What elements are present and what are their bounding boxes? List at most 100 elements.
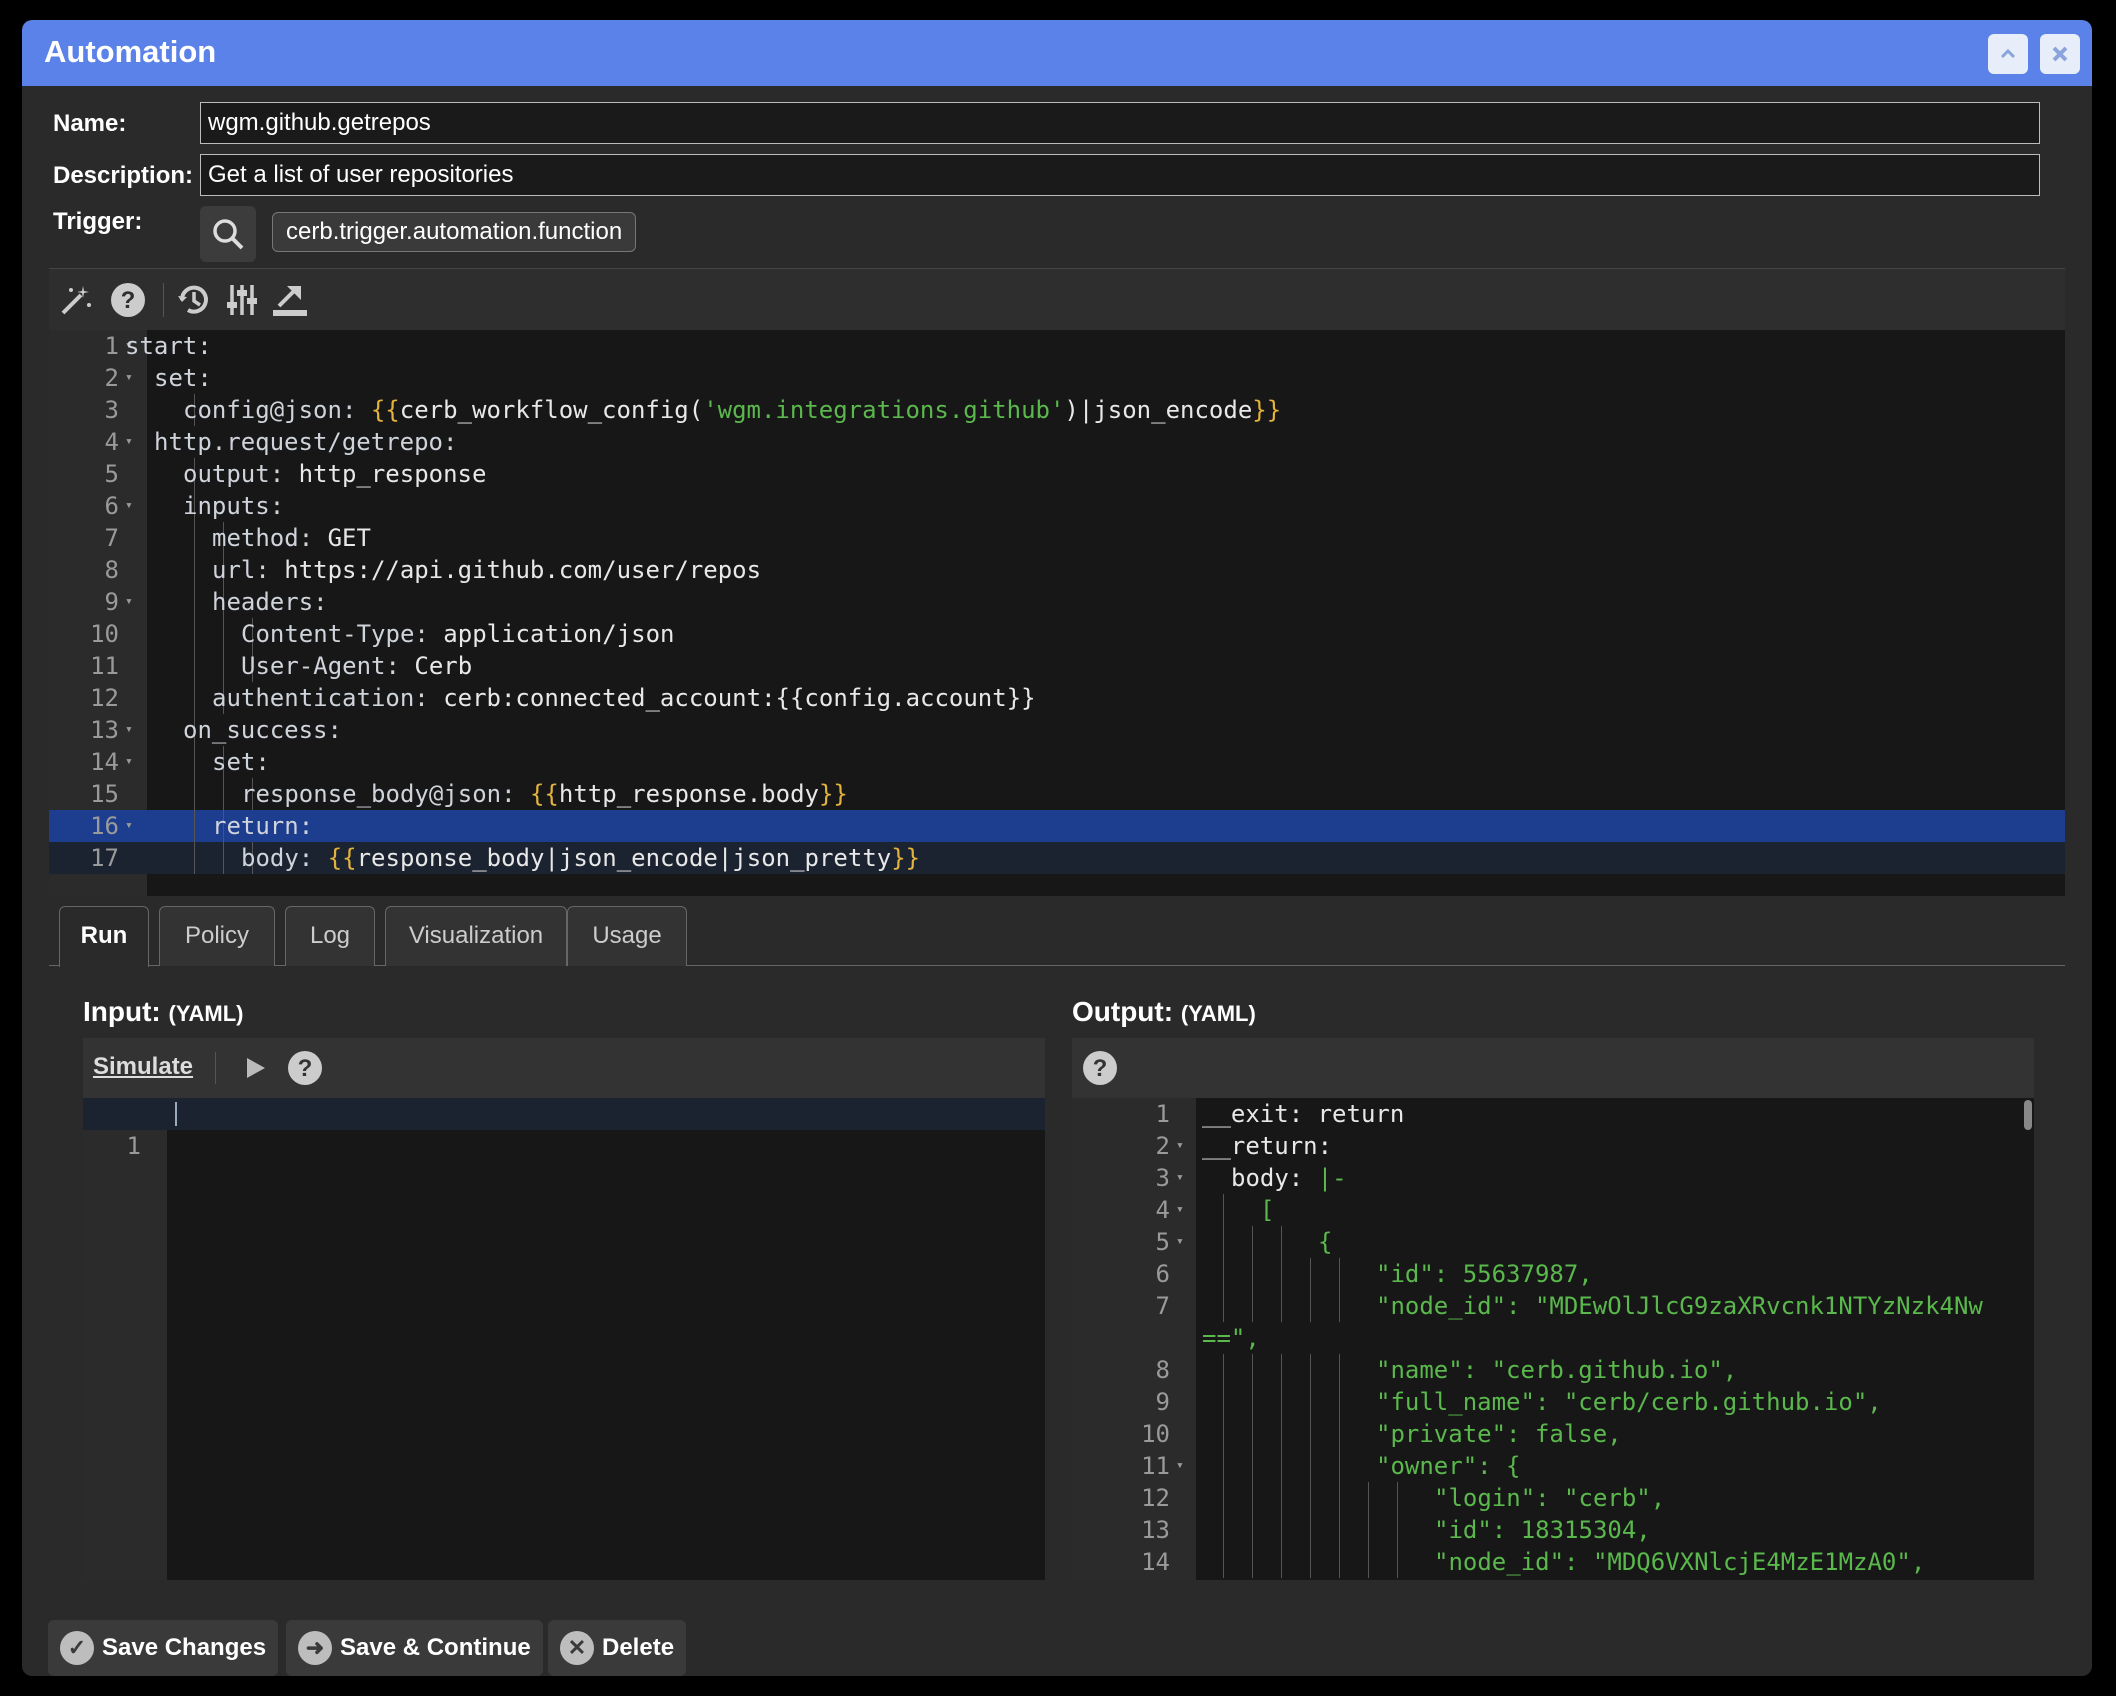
line-number: 6 — [104, 492, 119, 520]
delete-button[interactable]: ✕ Delete — [548, 1620, 687, 1676]
code-line: 14 ▾ set: — [49, 746, 2065, 778]
code-text: return: — [212, 812, 314, 840]
output-line: 4 ▾ [ — [1072, 1194, 2034, 1226]
output-line-number: 9 — [1155, 1388, 1170, 1416]
fold-toggle-icon[interactable]: ▾ — [125, 490, 133, 522]
code-line: 3 config@json: {{cerb_workflow_config('wg… — [49, 394, 2065, 426]
input-pane-title: Input: (YAML) — [83, 996, 244, 1028]
title-bar: Automation — [22, 20, 2092, 86]
output-line: 8 "name": "cerb.github.io", — [1072, 1354, 2034, 1386]
code-line: 17 body: {{response_body|json_encode|json… — [49, 842, 2065, 874]
tab-bar: Run Policy Log Visualization Usage — [49, 906, 2065, 967]
output-line: 13 "id": 18315304, — [1072, 1514, 2034, 1546]
save-changes-label: Save Changes — [102, 1634, 267, 1661]
output-text: "id": 55637987, — [1376, 1260, 1593, 1288]
line-number: 14 — [90, 748, 119, 776]
line-number: 16 — [90, 812, 119, 840]
output-line: 5 ▾ { — [1072, 1226, 2034, 1258]
output-line-number: 2 — [1155, 1132, 1170, 1160]
name-field[interactable]: wgm.github.getrepos — [200, 102, 2040, 144]
output-line: 10 "private": false, — [1072, 1418, 2034, 1450]
code-text: config@json: {{cerb_workflow_config('wgm… — [183, 396, 1282, 424]
output-text: __return: — [1202, 1132, 1333, 1160]
fold-toggle-icon[interactable]: ▾ — [125, 810, 133, 842]
save-continue-button[interactable]: ➜ Save & Continue — [286, 1620, 543, 1676]
output-line-number: 6 — [1155, 1260, 1170, 1288]
output-line-number: 8 — [1155, 1356, 1170, 1384]
fold-toggle-icon[interactable]: ▾ — [1176, 1162, 1184, 1194]
code-text: method: GET — [212, 524, 371, 552]
run-button[interactable] — [239, 1052, 271, 1084]
editor-toolbar: ? — [49, 268, 2065, 330]
close-button[interactable] — [2040, 34, 2080, 74]
save-continue-label: Save & Continue — [340, 1634, 531, 1661]
code-line: 13 ▾ on_success: — [49, 714, 2065, 746]
input-line: 1 — [83, 1098, 1045, 1160]
export-button[interactable] — [269, 279, 311, 321]
output-text: "full_name": "cerb/cerb.github.io", — [1376, 1388, 1882, 1416]
output-line: 1 __exit: return — [1072, 1098, 2034, 1130]
code-line: 15 response_body@json: {{http_response.bo… — [49, 778, 2065, 810]
output-editor[interactable]: 1 __exit: return 2 ▾ __return: 3 ▾ body: |- 4 ▾[5… — [1072, 1098, 2034, 1580]
fold-toggle-icon[interactable]: ▾ — [1176, 1194, 1184, 1226]
simulate-link[interactable]: Simulate — [93, 1053, 193, 1081]
tab-visualization[interactable]: Visualization — [385, 906, 567, 966]
chevron-up-icon — [2000, 48, 2016, 59]
fold-toggle-icon[interactable]: ▾ — [1176, 1450, 1184, 1482]
fold-toggle-icon[interactable]: ▾ — [125, 714, 133, 746]
code-line: 8 url: https://api.github.com/user/repos — [49, 554, 2065, 586]
description-field[interactable]: Get a list of user repositories — [200, 154, 2040, 196]
code-line: 12 authentication: cerb:connected_account… — [49, 682, 2065, 714]
line-number: 5 — [104, 460, 119, 488]
help-icon: ? — [111, 283, 145, 317]
line-number: 12 — [90, 684, 119, 712]
tab-log[interactable]: Log — [285, 906, 375, 966]
fold-toggle-icon[interactable]: ▾ — [1176, 1130, 1184, 1162]
line-number: 17 — [90, 844, 119, 872]
svg-text:?: ? — [121, 287, 136, 314]
code-editor[interactable]: 1 ▾ start: 2 ▾ set: 3 config@json: {{cerb_workf… — [49, 330, 2065, 896]
output-toolbar: ? — [1072, 1038, 2034, 1098]
fold-toggle-icon[interactable]: ▾ — [125, 586, 133, 618]
output-line: 9 "full_name": "cerb/cerb.github.io", — [1072, 1386, 2034, 1418]
line-number: 4 — [104, 428, 119, 456]
code-line: 11 User-Agent: Cerb — [49, 650, 2065, 682]
input-editor[interactable]: 1 — [83, 1098, 1045, 1580]
trigger-chip[interactable]: cerb.trigger.automation.function — [272, 212, 637, 252]
collapse-button[interactable] — [1988, 34, 2028, 74]
trigger-search-button[interactable] — [200, 206, 256, 262]
history-button[interactable] — [173, 279, 215, 321]
trigger-label: Trigger: — [53, 208, 143, 235]
code-line: 6 ▾ inputs: — [49, 490, 2065, 522]
code-line: 2 ▾ set: — [49, 362, 2065, 394]
arrow-right-icon: ➜ — [298, 1631, 332, 1665]
fold-toggle-icon[interactable]: ▾ — [125, 426, 133, 458]
code-line: 5 output: http_response — [49, 458, 2065, 490]
input-title-text: Input: — [83, 996, 161, 1027]
dialog-title: Automation — [44, 34, 217, 69]
help-button[interactable]: ? — [107, 279, 149, 321]
output-line-number: 14 — [1141, 1548, 1170, 1576]
help-icon: ? — [288, 1051, 322, 1085]
fold-toggle-icon[interactable]: ▾ — [1176, 1226, 1184, 1258]
output-line-number: 1 — [1155, 1100, 1170, 1128]
tab-policy[interactable]: Policy — [159, 906, 275, 966]
save-changes-button[interactable]: ✓ Save Changes — [48, 1620, 279, 1676]
output-scrollbar[interactable] — [2024, 1100, 2032, 1130]
fold-toggle-icon[interactable]: ▾ — [125, 362, 133, 394]
fold-toggle-icon[interactable]: ▾ — [125, 746, 133, 778]
output-pane-title: Output: (YAML) — [1072, 996, 1256, 1028]
settings-button[interactable] — [221, 279, 263, 321]
tab-run[interactable]: Run — [59, 906, 149, 967]
magic-wand-button[interactable] — [55, 279, 97, 321]
output-text: "owner": { — [1376, 1452, 1521, 1480]
output-title-text: Output: — [1072, 996, 1174, 1027]
output-line-number: 3 — [1155, 1164, 1170, 1192]
input-help-button[interactable]: ? — [287, 1050, 323, 1091]
output-help-button[interactable]: ? — [1082, 1050, 1118, 1091]
code-line: 9 ▾ headers: — [49, 586, 2065, 618]
output-line: 12 "login": "cerb", — [1072, 1482, 2034, 1514]
search-icon — [213, 219, 244, 250]
magic-wand-icon — [61, 286, 91, 315]
tab-usage[interactable]: Usage — [567, 906, 687, 966]
